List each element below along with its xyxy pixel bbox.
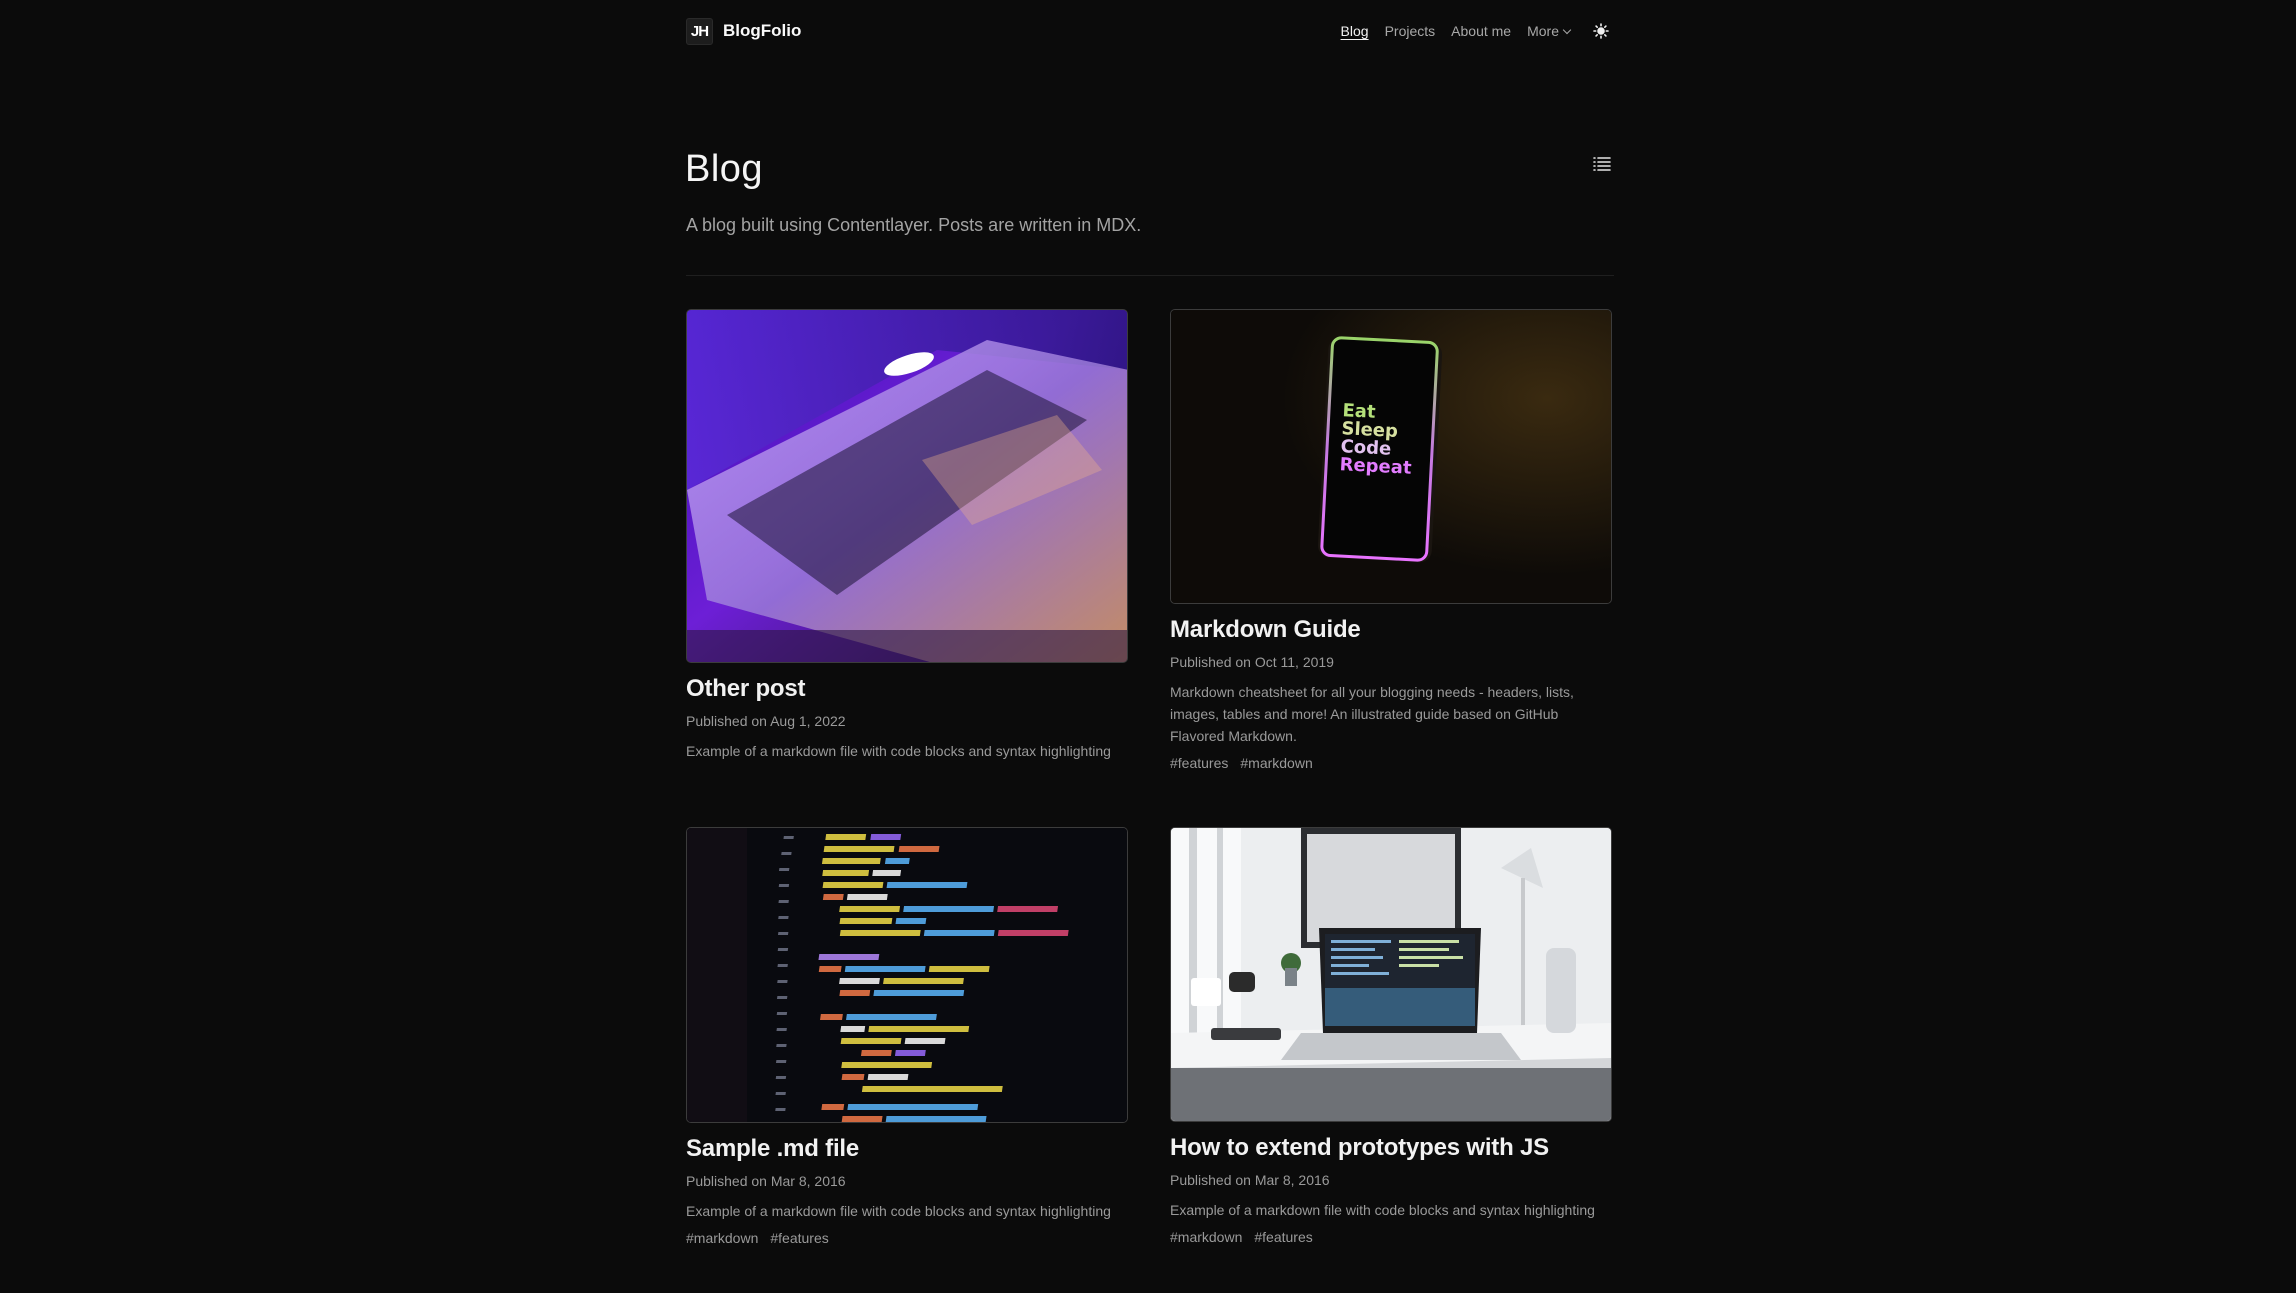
nav-more-label: More — [1527, 23, 1559, 39]
sun-icon — [1593, 23, 1609, 39]
post-title[interactable]: How to extend prototypes with JS — [1170, 1134, 1612, 1162]
tag-link[interactable]: #features — [770, 1230, 828, 1246]
post-description: Markdown cheatsheet for all your bloggin… — [1170, 684, 1574, 744]
tag-link[interactable]: #features — [1254, 1229, 1312, 1245]
post-image-laptop[interactable] — [686, 309, 1128, 663]
post-image-code[interactable] — [686, 827, 1128, 1123]
home-link[interactable]: JH BlogFolio — [686, 17, 802, 45]
main-nav: Blog Projects About me More — [1341, 18, 1614, 44]
post-title[interactable]: Other post — [686, 675, 1128, 703]
nav-blog[interactable]: Blog — [1341, 23, 1369, 39]
post-image-desk[interactable] — [1170, 827, 1612, 1122]
post-date: Published on Mar 8, 2016 — [1170, 1172, 1330, 1188]
site-header: JH BlogFolio Blog Projects About me More — [686, 16, 1614, 46]
toc-button[interactable] — [1591, 153, 1613, 175]
site-name: BlogFolio — [723, 21, 802, 40]
post-date: Published on Aug 1, 2022 — [686, 713, 846, 729]
post-description: Example of a markdown file with code blo… — [1170, 1202, 1595, 1218]
chevron-down-icon — [1562, 25, 1572, 34]
post-card[interactable]: Other post Published on Aug 1, 2022 Exam… — [686, 309, 1128, 762]
nav-more[interactable]: More — [1527, 23, 1572, 39]
tag-link[interactable]: #markdown — [686, 1230, 758, 1246]
phone-screen-text: Eat Sleep Code Repeat — [1339, 400, 1415, 479]
post-image-phone[interactable]: Eat Sleep Code Repeat — [1170, 309, 1612, 604]
tag-link[interactable]: #features — [1170, 755, 1228, 771]
page-title: Blog — [685, 148, 764, 190]
post-tags: #features #markdown — [1170, 755, 1612, 771]
divider — [686, 275, 1614, 276]
nav-projects[interactable]: Projects — [1385, 23, 1436, 39]
post-date: Published on Oct 11, 2019 — [1170, 654, 1334, 670]
post-description: Example of a markdown file with code blo… — [686, 743, 1111, 759]
post-tags: #markdown #features — [1170, 1229, 1612, 1245]
phone-text-repeat: Repeat — [1339, 454, 1413, 479]
post-date: Published on Mar 8, 2016 — [686, 1173, 846, 1189]
tag-link[interactable]: #markdown — [1240, 755, 1312, 771]
list-icon — [1593, 157, 1611, 171]
post-card[interactable]: How to extend prototypes with JS Publish… — [1170, 827, 1612, 1245]
logo-mark: JH — [686, 17, 713, 45]
post-title[interactable]: Sample .md file — [686, 1135, 1128, 1163]
post-card[interactable]: Sample .md file Published on Mar 8, 2016… — [686, 827, 1128, 1246]
post-title[interactable]: Markdown Guide — [1170, 616, 1612, 644]
page: JH BlogFolio Blog Projects About me More — [0, 0, 2296, 1293]
post-card[interactable]: Eat Sleep Code Repeat Markdown Guide Pub… — [1170, 309, 1612, 771]
nav-about[interactable]: About me — [1451, 23, 1511, 39]
post-tags: #markdown #features — [686, 1230, 1128, 1246]
tag-link[interactable]: #markdown — [1170, 1229, 1242, 1245]
theme-toggle-button[interactable] — [1588, 18, 1614, 44]
page-subtitle: A blog built using Contentlayer. Posts a… — [686, 215, 1142, 235]
post-description: Example of a markdown file with code blo… — [686, 1203, 1111, 1219]
